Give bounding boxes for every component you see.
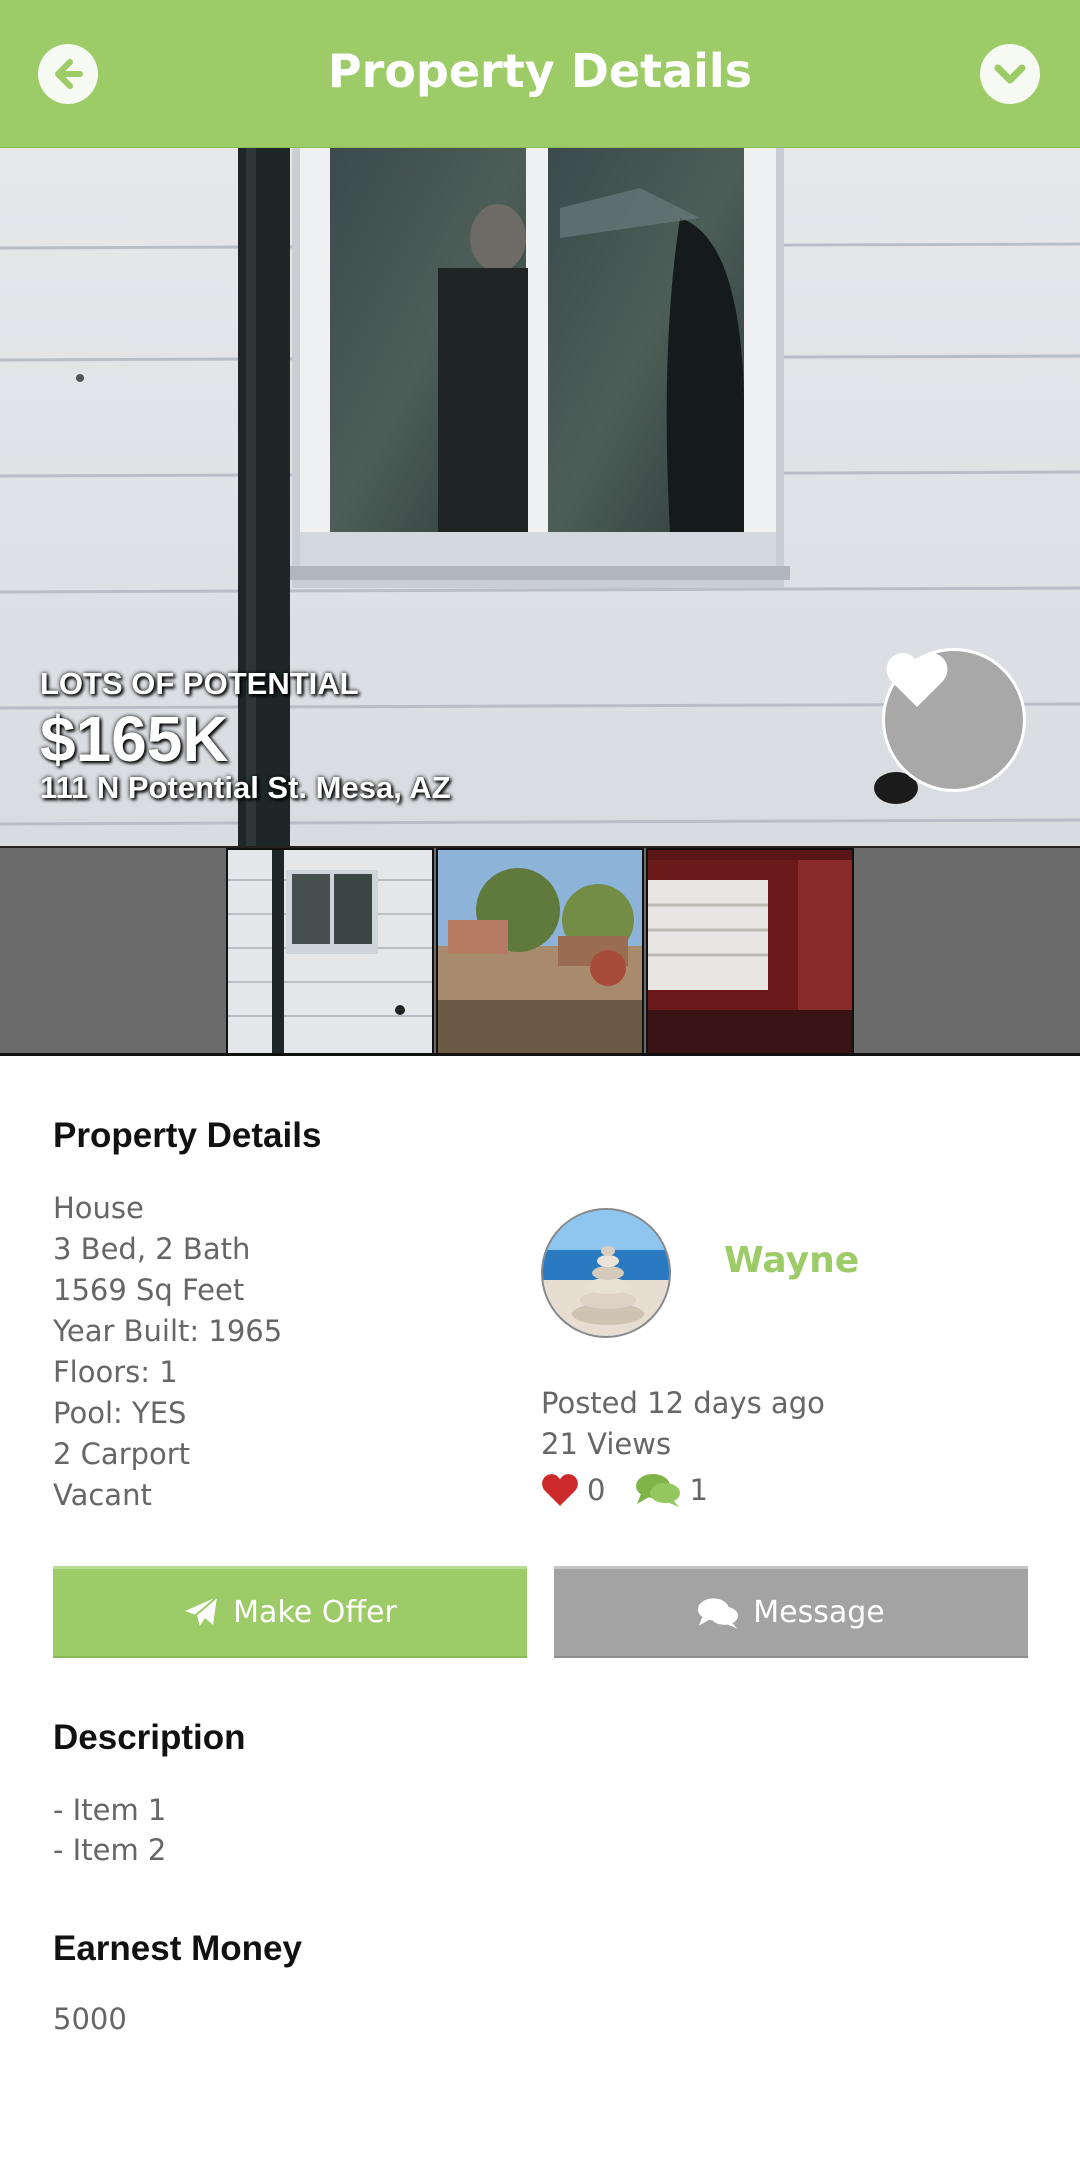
chevron-down-circle-icon <box>994 64 1026 84</box>
description-list: - Item 1 - Item 2 <box>53 1790 166 1870</box>
make-offer-button[interactable]: Make Offer <box>53 1566 527 1658</box>
earnest-money-value: 5000 <box>53 2002 127 2036</box>
detail-bed-bath: 3 Bed, 2 Bath <box>53 1232 251 1266</box>
description-heading: Description <box>53 1718 246 1757</box>
make-offer-label: Make Offer <box>233 1595 397 1630</box>
property-price: $165K <box>40 703 229 775</box>
yard-thumbnail <box>438 850 642 1053</box>
comments-icon <box>636 1474 681 1507</box>
room-thumbnail <box>648 850 852 1053</box>
comments-icon <box>698 1597 739 1629</box>
dropdown-button[interactable] <box>980 44 1040 104</box>
thumbnail-1[interactable] <box>226 848 434 1055</box>
details-list: House 3 Bed, 2 Bath 1569 Sq Feet Year Bu… <box>53 1188 282 1516</box>
comment-count: 1 <box>689 1473 708 1507</box>
heart-icon <box>886 653 948 707</box>
page-title: Property Details <box>327 44 753 98</box>
message-label: Message <box>753 1595 885 1630</box>
detail-year-built: Year Built: 1965 <box>53 1314 283 1348</box>
stacked-stones-avatar <box>543 1210 669 1336</box>
heart-icon <box>542 1474 578 1506</box>
avatar[interactable] <box>541 1208 671 1338</box>
property-tagline: LOTS OF POTENTIAL <box>40 666 359 701</box>
detail-pool: Pool: YES <box>53 1396 187 1430</box>
thumbnail-3[interactable] <box>646 848 854 1055</box>
engagement-stats: 0 1 <box>541 1470 738 1510</box>
view-count: 21 Views <box>541 1427 672 1461</box>
description-item: - Item 2 <box>53 1833 167 1867</box>
property-address: 111 N Potential St. Mesa, AZ <box>40 770 451 805</box>
house-thumbnail <box>228 850 432 1053</box>
earnest-money-heading: Earnest Money <box>53 1929 302 1968</box>
details-heading: Property Details <box>53 1116 322 1155</box>
photo-thumbnail-strip <box>0 846 1080 1056</box>
like-count: 0 <box>587 1473 606 1507</box>
detail-carport: 2 Carport <box>53 1437 191 1471</box>
app-header: Property Details <box>0 0 1080 148</box>
detail-type: House <box>53 1191 144 1225</box>
favorite-button[interactable] <box>882 648 1026 792</box>
description-item: - Item 1 <box>53 1793 167 1827</box>
detail-sqft: 1569 Sq Feet <box>53 1273 245 1307</box>
message-button[interactable]: Message <box>554 1566 1028 1658</box>
posted-time: Posted 12 days ago <box>541 1386 825 1420</box>
detail-floors: Floors: 1 <box>53 1355 178 1389</box>
detail-occupancy: Vacant <box>53 1478 152 1512</box>
owner-name-link[interactable]: Wayne <box>724 1240 859 1281</box>
paper-plane-icon <box>185 1595 218 1627</box>
property-main-photo[interactable]: LOTS OF POTENTIAL $165K 111 N Potential … <box>0 148 1080 846</box>
thumbnail-2[interactable] <box>436 848 644 1055</box>
